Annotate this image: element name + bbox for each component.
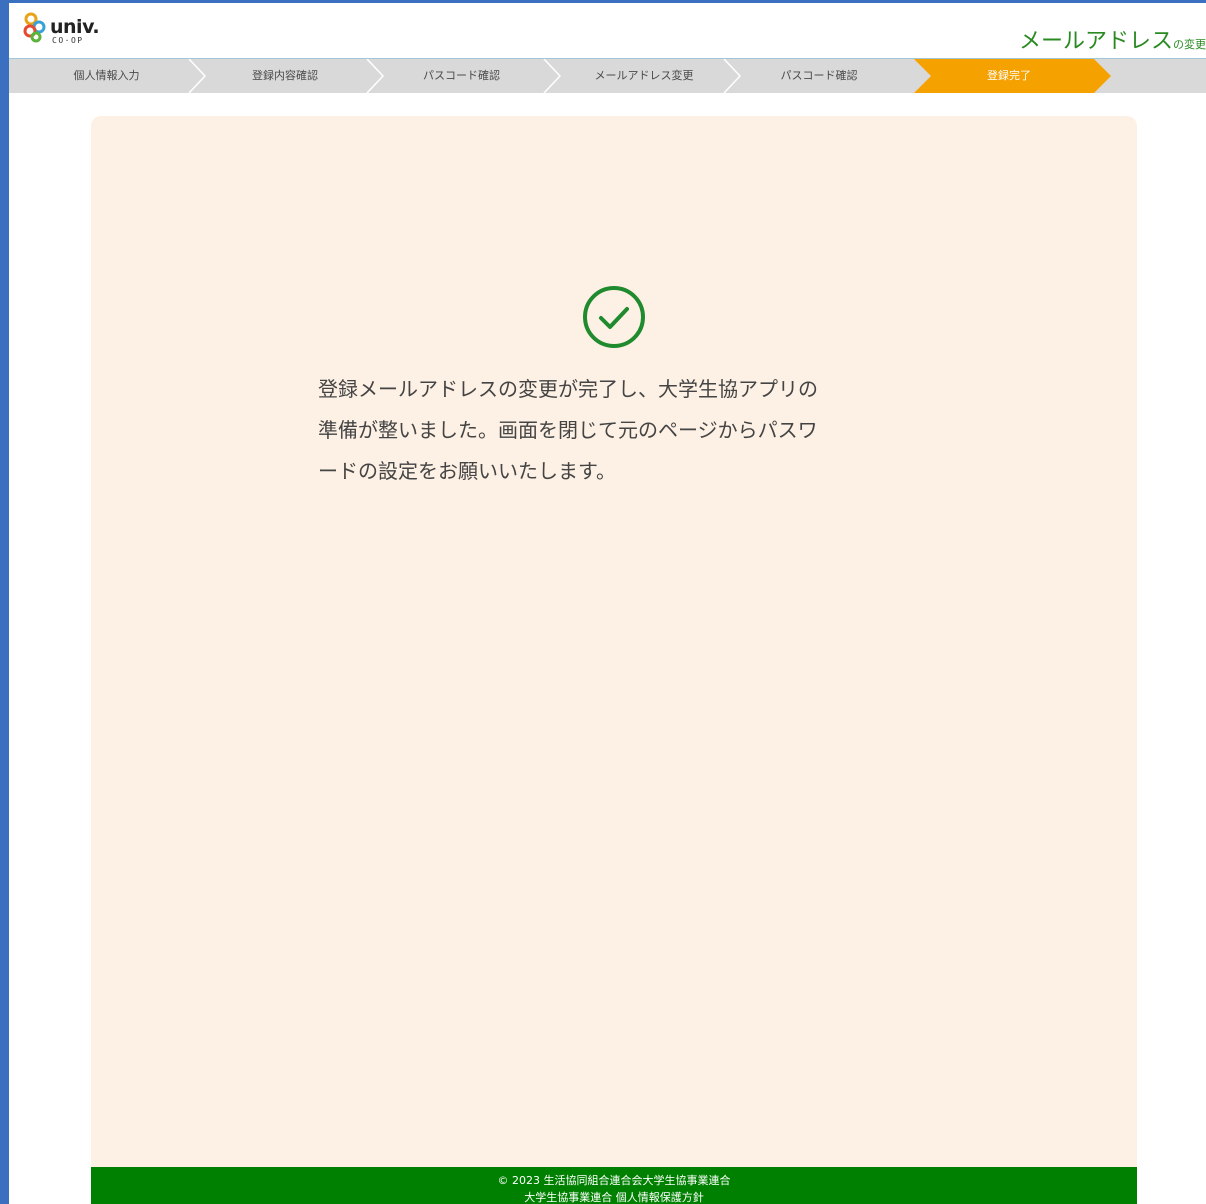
privacy-policy-link[interactable]: 大学生協事業連合 個人情報保護方針 (91, 1191, 1137, 1204)
site-footer: © 2023 生活協同組合連合会大学生協事業連合 大学生協事業連合 個人情報保護… (91, 1167, 1137, 1204)
browser-frame: univ. CO·OP メールアドレスの変更 個人情報入力 登録内容確認 パスコ… (0, 0, 1206, 1204)
logo-text: univ. (50, 16, 100, 38)
step-passcode-confirm-2: パスコード確認 (780, 69, 858, 82)
page-title-suffix: の変更 (1173, 38, 1206, 51)
message-line: 登録メールアドレスの変更が完了し、大学生協アプリの (318, 377, 818, 401)
coop-logo-icon (23, 12, 46, 43)
check-circle-icon (583, 286, 645, 348)
copyright-text: © 2023 生活協同組合連合会大学生協事業連合 (497, 1174, 731, 1187)
step-registration-complete: 登録完了 (987, 69, 1031, 82)
site-header: univ. CO·OP メールアドレスの変更 (9, 3, 1206, 59)
step-passcode-confirm: パスコード確認 (423, 69, 500, 82)
completion-message: 登録メールアドレスの変更が完了し、大学生協アプリの 準備が整いました。画面を閉じ… (318, 369, 908, 492)
page-title-main: メールアドレス (1018, 29, 1173, 54)
progress-steps: 個人情報入力 登録内容確認 パスコード確認 メールアドレス変更 パスコード確認 … (9, 59, 1206, 93)
step-change-email: メールアドレス変更 (594, 69, 694, 82)
message-line: ードの設定をお願いいたします。 (318, 459, 616, 483)
step-confirm-registration: 登録内容確認 (252, 69, 318, 82)
message-line: 準備が整いました。画面を閉じて元のページからパスワ (318, 418, 818, 442)
completion-card: 登録メールアドレスの変更が完了し、大学生協アプリの 準備が整いました。画面を閉じ… (91, 116, 1137, 1176)
logo-subtext: CO·OP (52, 36, 84, 45)
page-title: メールアドレスの変更 (1019, 30, 1206, 57)
step-personal-info: 個人情報入力 (73, 69, 140, 82)
univ-coop-logo[interactable]: univ. CO·OP (23, 12, 113, 52)
